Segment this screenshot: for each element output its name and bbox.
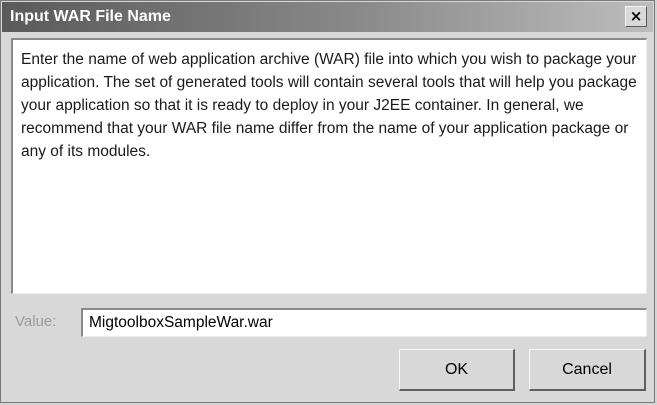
- cancel-button[interactable]: Cancel: [529, 349, 646, 391]
- input-war-dialog: Input WAR File Name × Enter the name of …: [0, 0, 655, 403]
- title-bar[interactable]: Input WAR File Name ×: [2, 2, 653, 32]
- ok-button[interactable]: OK: [399, 349, 515, 391]
- war-file-name-input[interactable]: [81, 308, 647, 337]
- message-text-area: Enter the name of web application archiv…: [11, 38, 647, 294]
- message-text: Enter the name of web application archiv…: [21, 51, 637, 160]
- dialog-title: Input WAR File Name: [10, 8, 171, 25]
- close-button[interactable]: ×: [625, 6, 647, 27]
- close-icon: ×: [629, 7, 643, 25]
- value-label: Value:: [15, 313, 57, 330]
